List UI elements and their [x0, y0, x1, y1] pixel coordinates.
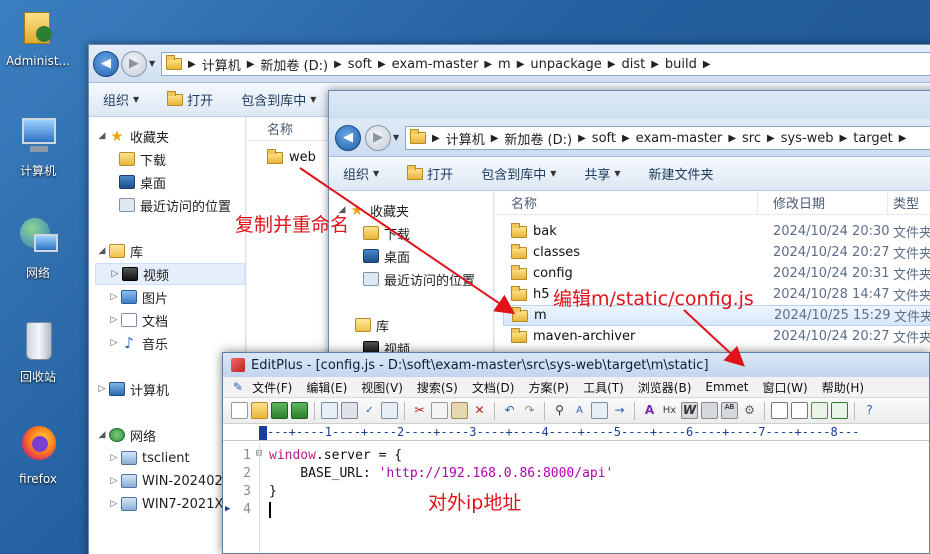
annotation-copy-rename: 复制并重命名	[235, 214, 350, 236]
annotation-edit-config: 编辑m/static/config.js	[553, 288, 754, 310]
annotation-arrows	[299, 167, 745, 367]
annotation-external-ip: 对外ip地址	[428, 492, 522, 514]
desktop: Administ... 计算机 网络 回收站 firefox ◀ ▶ ▼ ▶ 计…	[0, 0, 930, 554]
edit-arrow	[683, 309, 745, 367]
copy-arrow	[299, 167, 516, 315]
